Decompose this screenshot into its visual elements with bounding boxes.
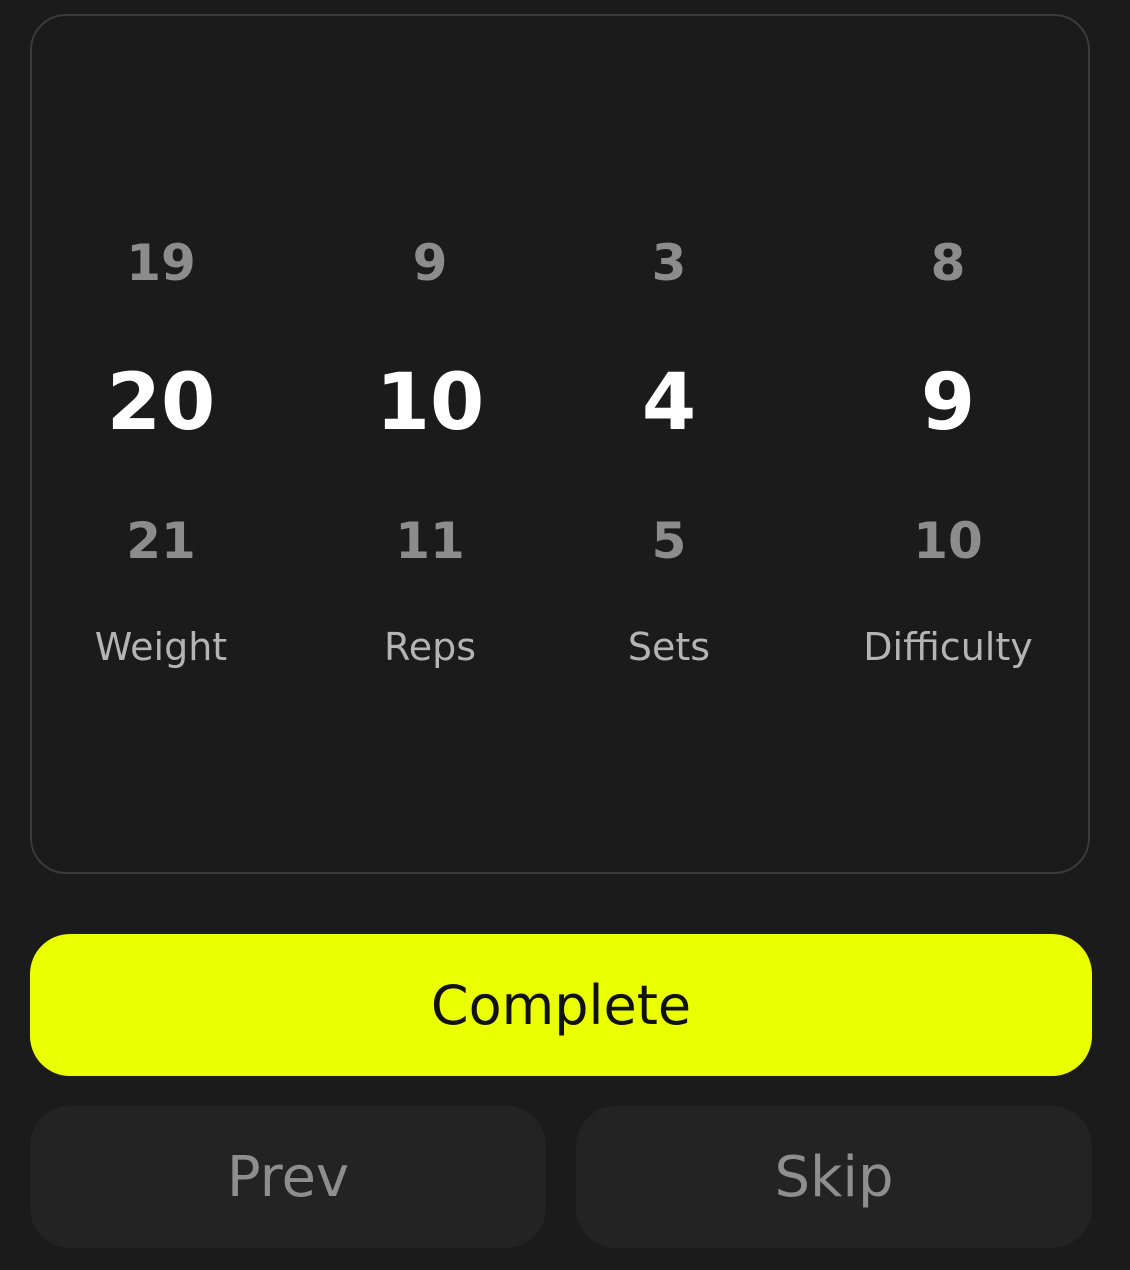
weight-next-value[interactable]: 21	[31, 516, 291, 566]
difficulty-picker[interactable]: 8 9 10 Difficulty	[818, 16, 1078, 872]
difficulty-label: Difficulty	[863, 625, 1033, 669]
sets-label: Sets	[627, 625, 711, 669]
set-entry-card: 19 20 21 Weight 9 10 11 Reps 3 4 5 Sets …	[30, 14, 1090, 874]
sets-current-value[interactable]: 4	[539, 364, 799, 442]
prev-button[interactable]: Prev	[30, 1106, 546, 1248]
weight-prev-value[interactable]: 19	[31, 238, 291, 288]
weight-label: Weight	[94, 625, 228, 669]
reps-current-value[interactable]: 10	[300, 364, 560, 442]
reps-next-value[interactable]: 11	[300, 516, 560, 566]
sets-prev-value[interactable]: 3	[539, 238, 799, 288]
skip-button[interactable]: Skip	[576, 1106, 1092, 1248]
difficulty-prev-value[interactable]: 8	[818, 238, 1078, 288]
difficulty-next-value[interactable]: 10	[818, 516, 1078, 566]
difficulty-current-value[interactable]: 9	[818, 364, 1078, 442]
weight-current-value[interactable]: 20	[31, 364, 291, 442]
reps-prev-value[interactable]: 9	[300, 238, 560, 288]
sets-picker[interactable]: 3 4 5 Sets	[539, 16, 799, 872]
sets-next-value[interactable]: 5	[539, 516, 799, 566]
weight-picker[interactable]: 19 20 21 Weight	[31, 16, 291, 872]
reps-label: Reps	[384, 625, 476, 669]
complete-button[interactable]: Complete	[30, 934, 1092, 1076]
reps-picker[interactable]: 9 10 11 Reps	[300, 16, 560, 872]
